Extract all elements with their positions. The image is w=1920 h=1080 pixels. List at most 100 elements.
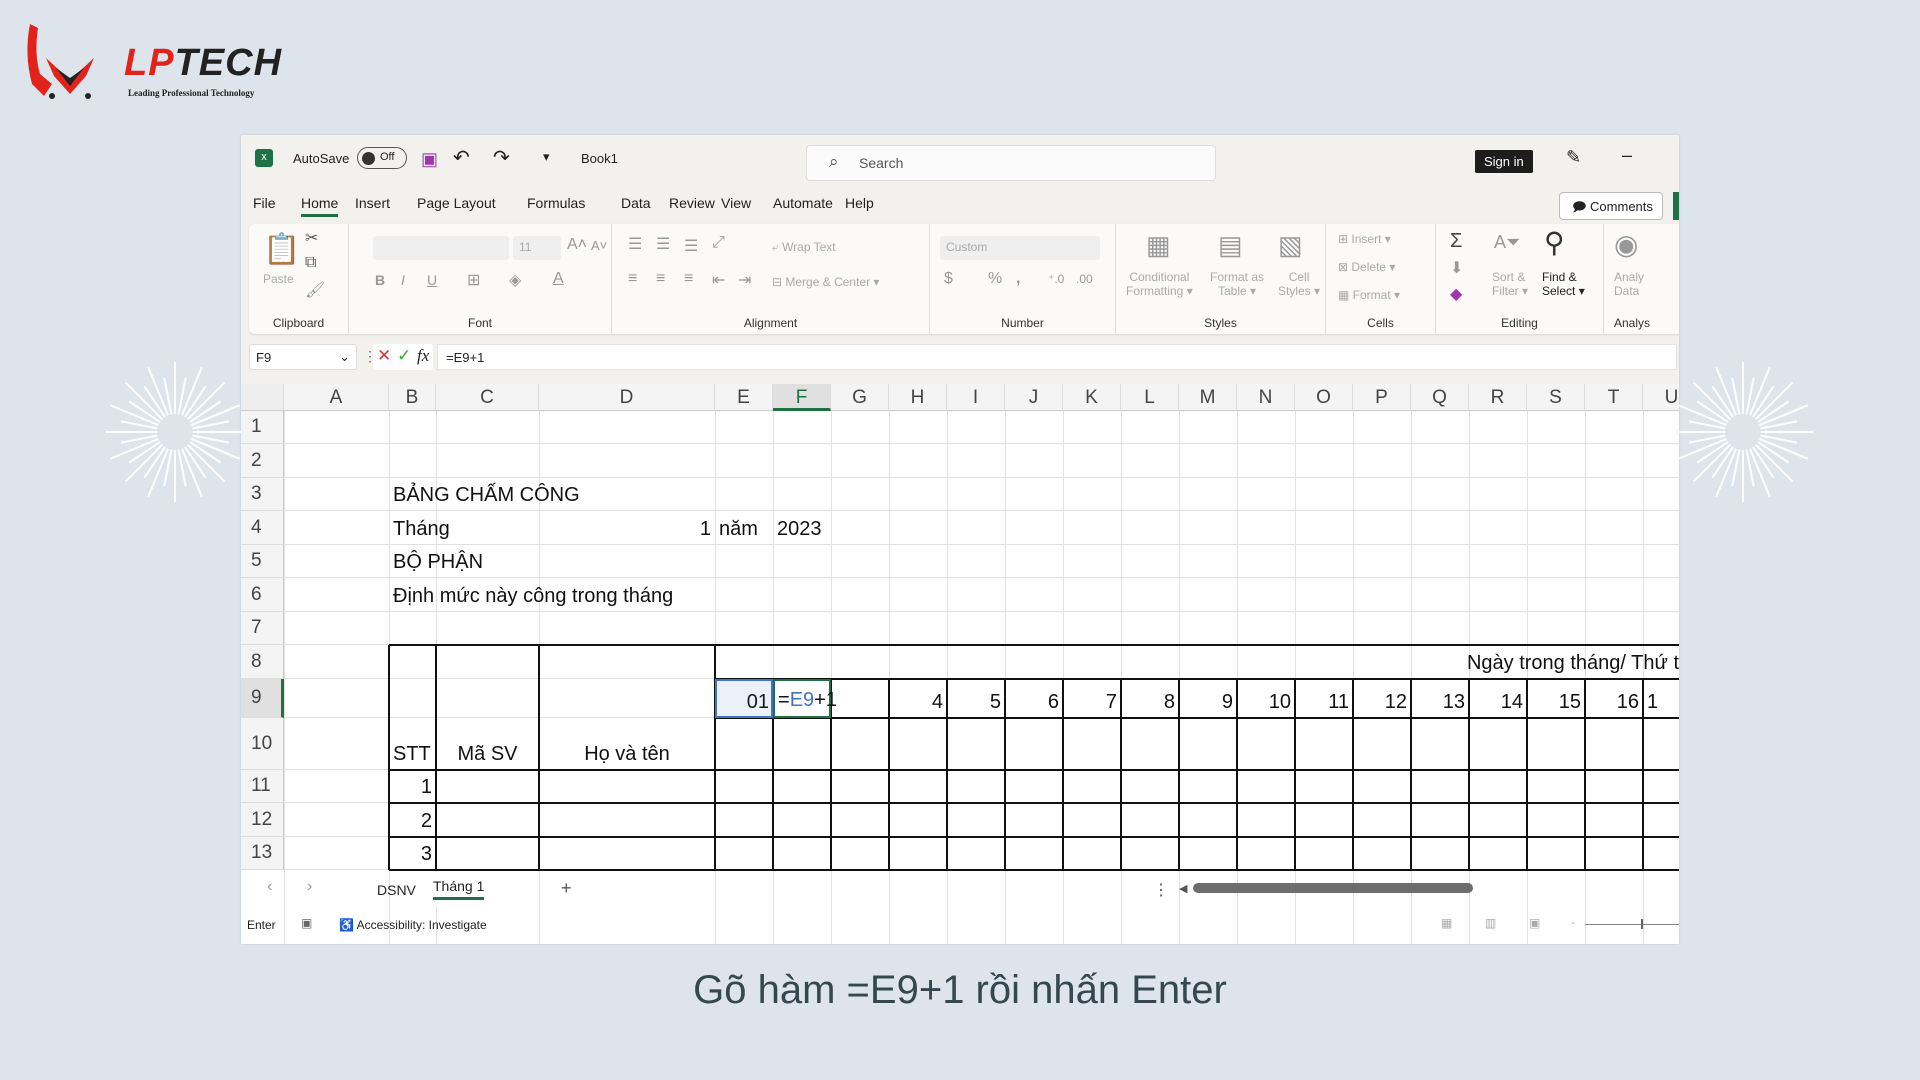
save-icon[interactable]: ▣ (421, 149, 438, 170)
percent-icon[interactable]: % (988, 270, 1002, 288)
decrease-indent-icon[interactable]: ⇤ (712, 270, 725, 290)
copy-icon[interactable]: ⧉ (305, 254, 316, 272)
merge-center-button[interactable]: ⊟ Merge & Center ▾ (772, 275, 879, 289)
delete-button[interactable]: ⊠ Delete ▾ (1338, 260, 1395, 274)
cell-s9[interactable]: 15 (1527, 679, 1585, 718)
cell-b5[interactable]: BỘ PHẬN (389, 545, 989, 578)
italic-icon[interactable]: I (401, 272, 405, 288)
ribbon-tab-formulas[interactable]: Formulas (527, 195, 585, 211)
format-button[interactable]: ▦ Format ▾ (1338, 288, 1400, 302)
row-header-5[interactable]: 5 (241, 545, 284, 578)
sheet-tab-thang-1[interactable]: Tháng 1 (425, 872, 493, 906)
cell-f4[interactable]: 2023 (773, 511, 1373, 545)
find-select-button[interactable]: Find & Select ▾ (1542, 270, 1585, 298)
cell-n9[interactable]: 10 (1237, 679, 1295, 718)
column-header-h[interactable]: H (889, 384, 947, 411)
cell-h9[interactable]: 4 (889, 679, 947, 718)
macro-record-icon[interactable]: ▣ (301, 916, 312, 930)
row-header-6[interactable]: 6 (241, 578, 284, 612)
clear-icon[interactable]: ◆ (1450, 284, 1462, 304)
column-header-e[interactable]: E (715, 384, 773, 411)
ribbon-tab-view[interactable]: View (721, 195, 751, 211)
horizontal-scrollbar[interactable] (1193, 883, 1473, 893)
next-sheet-icon[interactable]: › (307, 878, 312, 896)
column-header-i[interactable]: I (947, 384, 1005, 411)
zoom-slider[interactable] (1585, 919, 1679, 929)
cell-j9[interactable]: 6 (1005, 679, 1063, 718)
ribbon-tab-file[interactable]: File (253, 195, 276, 211)
ribbon-tab-automate[interactable]: Automate (773, 195, 833, 211)
font-color-icon[interactable]: A (553, 270, 564, 288)
column-header-d[interactable]: D (539, 384, 715, 411)
orientation-icon[interactable]: ⤢ (712, 234, 725, 252)
column-header-k[interactable]: K (1063, 384, 1121, 411)
formula-input[interactable]: =E9+1 (437, 344, 1677, 370)
column-header-c[interactable]: C (436, 384, 539, 411)
column-header-r[interactable]: R (1469, 384, 1527, 411)
increase-font-icon[interactable]: A˄ (567, 236, 587, 254)
paste-icon[interactable]: 📋 (263, 232, 300, 267)
decrease-decimal-icon[interactable]: .00 (1076, 272, 1093, 286)
align-center-icon[interactable]: ≡ (656, 270, 665, 288)
cell-d10[interactable]: Họ và tên (539, 718, 715, 770)
merged-header-cell-e8[interactable]: Ngày trong tháng/ Thứ t (717, 645, 1679, 679)
format-as-table-icon[interactable]: ▤ (1218, 230, 1243, 261)
align-bottom-icon[interactable]: ☰ (684, 236, 698, 256)
sort-filter-button[interactable]: Sort & Filter ▾ (1492, 270, 1528, 298)
sort-filter-icon[interactable]: A⏷ (1494, 232, 1520, 253)
ribbon-tab-help[interactable]: Help (845, 195, 874, 211)
enter-icon[interactable]: ✓ (397, 346, 411, 366)
cell-m9[interactable]: 9 (1179, 679, 1237, 718)
row-header-1[interactable]: 1 (241, 411, 284, 444)
cell-styles-icon[interactable]: ▧ (1278, 230, 1303, 261)
column-header-g[interactable]: G (831, 384, 889, 411)
column-header-j[interactable]: J (1005, 384, 1063, 411)
format-painter-icon[interactable]: 🖌 (305, 280, 325, 300)
share-button[interactable] (1673, 192, 1679, 220)
column-header-u[interactable]: U (1643, 384, 1679, 411)
column-header-o[interactable]: O (1295, 384, 1353, 411)
normal-view-icon[interactable]: ▦ (1441, 916, 1452, 930)
increase-indent-icon[interactable]: ⇥ (738, 270, 751, 290)
column-header-p[interactable]: P (1353, 384, 1411, 411)
cell-c10[interactable]: Mã SV (436, 718, 539, 770)
cell-p9[interactable]: 12 (1353, 679, 1411, 718)
name-box[interactable]: F9 ⌄ (249, 344, 357, 370)
row-header-11[interactable]: 11 (241, 770, 284, 803)
align-right-icon[interactable]: ≡ (684, 270, 693, 288)
column-header-l[interactable]: L (1121, 384, 1179, 411)
worksheet-grid[interactable]: A B C D E F G H I J K L M N O P Q R S T U 1 2 3 4 5 6 7 8 9 10 11 12 13 BẢ… (241, 384, 1679, 944)
cell-d4[interactable]: 1 (539, 511, 715, 545)
row-header-13[interactable]: 13 (241, 837, 284, 870)
cell-i9[interactable]: 5 (947, 679, 1005, 718)
autosave-toggle[interactable]: Off (357, 147, 407, 169)
active-cell-editor[interactable]: = E9 +1 (773, 679, 837, 718)
column-header-b[interactable]: B (389, 384, 436, 411)
cell-o9[interactable]: 11 (1295, 679, 1353, 718)
row-header-3[interactable]: 3 (241, 478, 284, 511)
autosum-icon[interactable]: Σ (1450, 230, 1462, 253)
analyze-data-icon[interactable]: ◉ (1614, 228, 1638, 261)
ribbon-tab-insert[interactable]: Insert (355, 195, 390, 211)
cell-k9[interactable]: 7 (1063, 679, 1121, 718)
fill-icon[interactable]: ⬇ (1450, 258, 1463, 278)
cell-b6[interactable]: Định mức này công trong tháng (389, 578, 989, 612)
cell-b3[interactable]: BẢNG CHẤM CÔNG (389, 478, 989, 511)
align-middle-icon[interactable]: ☰ (656, 234, 670, 254)
pen-icon[interactable]: ✎ (1566, 147, 1581, 168)
ribbon-tab-home[interactable]: Home (301, 195, 339, 217)
cell-b12[interactable]: 2 (389, 803, 436, 837)
cell-b11[interactable]: 1 (389, 770, 436, 803)
scroll-left-icon[interactable]: ◀ (1179, 882, 1187, 895)
add-sheet-button[interactable]: + (561, 878, 572, 899)
redo-icon[interactable]: ↷ (493, 145, 510, 170)
ribbon-tab-page-layout[interactable]: Page Layout (417, 195, 496, 211)
increase-decimal-icon[interactable]: ⁺.0 (1048, 272, 1064, 286)
prev-sheet-icon[interactable]: ‹ (267, 878, 272, 896)
ribbon-tab-data[interactable]: Data (621, 195, 651, 211)
column-header-t[interactable]: T (1585, 384, 1643, 411)
row-header-10[interactable]: 10 (241, 718, 284, 770)
cancel-icon[interactable]: ✕ (377, 346, 391, 366)
find-icon[interactable]: ⚲ (1544, 226, 1565, 259)
minimize-button[interactable]: – (1622, 145, 1632, 166)
